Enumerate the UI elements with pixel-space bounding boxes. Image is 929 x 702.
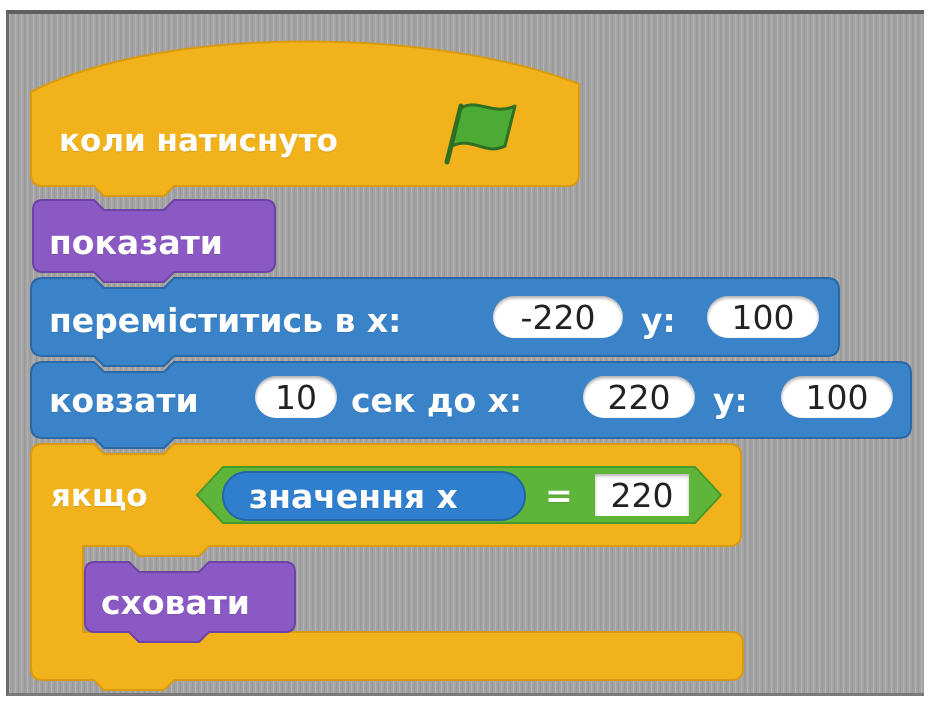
glide-label: ковзати [49,381,199,420]
hide-label: сховати [101,583,250,622]
glide-x-input[interactable]: 220 [583,376,695,418]
glide-y-input[interactable]: 100 [781,376,893,418]
compare-value-input[interactable]: 220 [595,474,689,516]
go-to-xy-label: переміститись в x: [49,301,402,340]
go-to-x-input[interactable]: -220 [493,296,623,338]
equals-sign: = [545,476,573,515]
script-area: коли натиснуто показати переміститись в … [6,10,924,696]
x-position-reporter-label: значення x [249,477,458,516]
hide-block-shape [84,561,296,643]
glide-seconds-input[interactable]: 10 [255,376,337,418]
glide-y-label: y: [713,381,748,420]
go-to-y-label: y: [641,301,676,340]
go-to-y-input[interactable]: 100 [707,296,819,338]
if-label: якщо [51,478,148,514]
glide-secs-to-x-label: сек до x: [351,381,523,420]
